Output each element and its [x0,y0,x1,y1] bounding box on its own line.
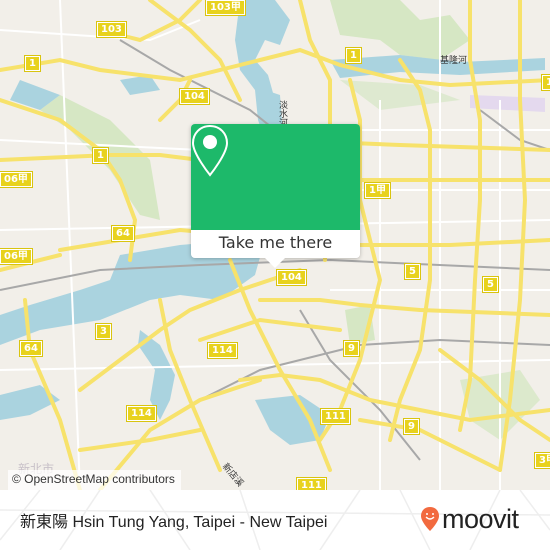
route-shield: 1 [92,147,109,164]
route-shield: 1 [24,55,41,72]
route-shield: 5 [482,276,499,293]
map-widget: 103甲 103 1 104 1 06甲 64 06甲 1 1甲 104 5 5… [0,0,550,550]
route-shield: 104 [276,269,307,286]
route-shield: 3甲 [534,452,550,469]
footer-bar: 新東陽 Hsin Tung Yang, Taipei - New Taipei … [0,490,550,550]
route-shield: 114 [207,342,238,359]
route-shield: 5 [404,263,421,280]
route-shield: 06甲 [0,248,33,265]
route-shield: 111 [296,477,327,490]
moovit-pin-icon [421,507,439,531]
take-me-there-button[interactable]: Take me there [191,230,360,258]
route-shield: 1 [345,47,362,64]
route-shield: 64 [19,340,43,357]
route-shield: 9 [343,340,360,357]
route-shield: 114 [126,405,157,422]
destination-popup: Take me there [191,124,360,268]
route-shield: 103甲 [205,0,246,16]
route-shield: 3 [95,323,112,340]
moovit-wordmark: moovit [442,504,519,534]
airport [470,95,545,112]
route-shield: 104 [179,88,210,105]
osm-attribution[interactable]: © OpenStreetMap contributors [8,470,181,490]
route-shield: 06甲 [0,171,33,188]
route-shield: 9 [403,418,420,435]
map-canvas[interactable]: 103甲 103 1 104 1 06甲 64 06甲 1 1甲 104 5 5… [0,0,550,490]
keelung-river-label: 基隆河 [440,56,468,66]
route-shield: 1甲 [364,182,391,199]
moovit-logo[interactable]: moovit [420,502,535,536]
route-shield: 111 [320,408,351,425]
popup-header [191,124,360,230]
route-shield: 103 [96,21,127,38]
place-name: 新東陽 Hsin Tung Yang, Taipei - New Taipei [20,514,328,531]
route-shield: 1 [541,74,550,91]
popup-pointer [265,258,285,268]
tamsui-river-label: 淡水河 [277,100,287,127]
map-pin-icon [191,124,229,177]
route-shield: 64 [111,225,135,242]
